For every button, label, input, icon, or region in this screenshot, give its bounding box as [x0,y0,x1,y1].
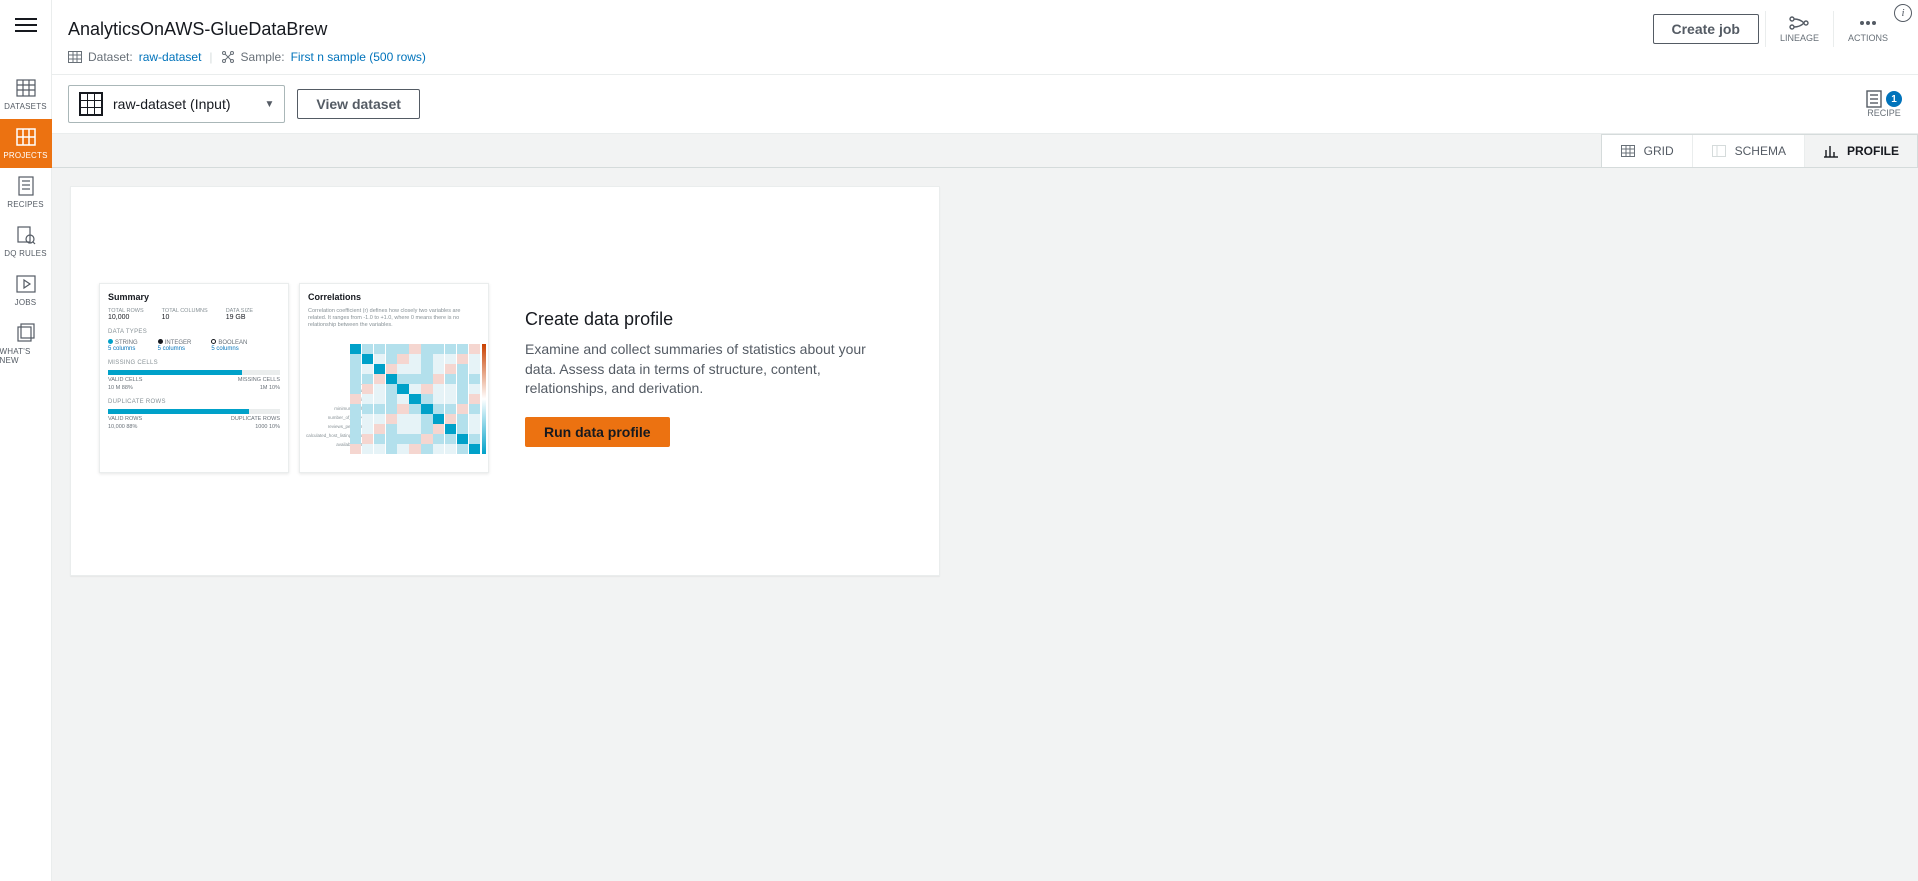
missing-cells-val: 1M [260,385,268,391]
nav-label: DQ RULES [4,249,47,258]
valid-rows-val: 10,000 [108,424,125,430]
nav-label: JOBS [15,298,37,307]
tab-schema[interactable]: SCHEMA [1693,135,1805,167]
correlations-title: Correlations [308,292,480,302]
projects-icon [16,127,36,147]
missing-cells-heading: MISSING CELLS [108,360,280,366]
grid-tab-icon [1620,143,1636,159]
nav-jobs[interactable]: JOBS [0,266,52,315]
run-data-profile-button[interactable]: Run data profile [525,417,670,447]
schema-tab-icon [1711,143,1727,159]
dq-rules-icon [16,225,36,245]
valid-rows-pct: 88% [126,424,137,430]
nav-sidebar: DATASETS PROJECTS RECIPES DQ RULES JOBS … [0,0,52,881]
create-job-button[interactable]: Create job [1653,14,1759,44]
total-cols-value: 10 [162,314,208,321]
lineage-label: LINEAGE [1780,33,1819,43]
tab-grid[interactable]: GRID [1602,135,1693,167]
dataset-link[interactable]: raw-dataset [139,50,202,64]
missing-cells-label: MISSING CELLS [238,377,280,383]
valid-cells-label: VALID CELLS [108,377,142,383]
nav-label: WHAT'S NEW [0,347,52,365]
lineage-button[interactable]: LINEAGE [1765,11,1833,47]
duplicate-rows-heading: DUPLICATE ROWS [108,399,280,405]
lineage-icon [1789,15,1809,31]
profile-panel: Summary TOTAL ROWS10,000 TOTAL COLUMNS10… [70,186,940,576]
content-area: Summary TOTAL ROWS10,000 TOTAL COLUMNS10… [52,168,1918,881]
toolbar: raw-dataset (Input) ▼ View dataset 1 REC… [52,74,1918,134]
sample-link[interactable]: First n sample (500 rows) [291,50,426,64]
nav-label: DATASETS [4,102,47,111]
profile-tab-icon [1823,143,1839,159]
whats-new-icon [16,323,36,343]
recipe-count-badge: 1 [1886,91,1902,107]
tabs-row: GRID SCHEMA PROFILE [52,134,1918,168]
recipe-button[interactable]: 1 RECIPE [1866,90,1902,118]
actions-icon [1859,15,1877,31]
sample-icon [221,50,235,64]
recipes-icon [16,176,36,196]
info-rail: i [1888,4,1918,22]
jobs-icon [16,274,36,294]
tab-schema-label: SCHEMA [1735,144,1786,158]
chevron-down-icon: ▼ [265,99,275,110]
boolean-cols: 5 columns [211,346,247,352]
sample-label: Sample: [241,50,285,64]
string-cols: 5 columns [108,346,138,352]
valid-cells-val: 10 M [108,385,120,391]
tab-profile-label: PROFILE [1847,144,1899,158]
summary-title: Summary [108,292,280,302]
nav-dq-rules[interactable]: DQ RULES [0,217,52,266]
missing-cells-pct: 10% [269,385,280,391]
dup-rows-val: 1000 [255,424,267,430]
nav-recipes[interactable]: RECIPES [0,168,52,217]
integer-cols: 5 columns [158,346,192,352]
valid-cells-pct: 88% [122,385,133,391]
dataset-selected-label: raw-dataset (Input) [113,96,231,112]
info-icon[interactable]: i [1894,4,1912,22]
actions-label: ACTIONS [1848,33,1888,43]
nav-whats-new[interactable]: WHAT'S NEW [0,315,52,373]
hamburger-menu-icon[interactable] [15,14,37,36]
profile-heading: Create data profile [525,309,875,330]
page-title: AnalyticsOnAWS-GlueDataBrew [68,19,1653,40]
tab-grid-label: GRID [1644,144,1674,158]
heatmap-icon [350,344,480,454]
datasets-icon [16,78,36,98]
grid-icon [79,92,103,116]
sample-crumb: Sample: First n sample (500 rows) [221,50,426,64]
correlations-desc: Correlation coefficient (r) defines how … [308,308,480,329]
dataset-selector[interactable]: raw-dataset (Input) ▼ [68,85,285,123]
data-size-value: 19 GB [226,314,253,321]
valid-rows-label: VALID ROWS [108,416,142,422]
dataset-icon [68,51,82,63]
profile-text-block: Create data profile Examine and collect … [525,309,875,447]
view-dataset-button[interactable]: View dataset [297,89,420,119]
recipe-label: RECIPE [1867,108,1901,118]
data-types-heading: DATA TYPES [108,329,280,335]
profile-body: Examine and collect summaries of statist… [525,340,875,399]
nav-projects[interactable]: PROJECTS [0,119,52,168]
summary-thumb: Summary TOTAL ROWS10,000 TOTAL COLUMNS10… [99,283,289,473]
nav-datasets[interactable]: DATASETS [0,70,52,119]
recipe-icon [1866,90,1882,108]
correlations-thumb: Correlations Correlation coefficient (r)… [299,283,489,473]
main-area: i AnalyticsOnAWS-GlueDataBrew Create job… [52,0,1918,881]
tab-profile[interactable]: PROFILE [1805,135,1917,167]
dataset-label: Dataset: [88,50,133,64]
heatmap-gradient [482,344,486,454]
crumb-separator: | [209,50,212,64]
header-primary: AnalyticsOnAWS-GlueDataBrew Create job L… [52,0,1918,48]
dup-rows-label: DUPLICATE ROWS [231,416,280,422]
preview-thumbnails: Summary TOTAL ROWS10,000 TOTAL COLUMNS10… [99,283,489,473]
total-rows-value: 10,000 [108,314,144,321]
header-breadcrumbs: Dataset: raw-dataset | Sample: First n s… [52,48,1918,74]
dataset-crumb: Dataset: raw-dataset [68,50,201,64]
dup-rows-pct: 10% [269,424,280,430]
nav-label: RECIPES [7,200,44,209]
nav-label: PROJECTS [3,151,47,160]
